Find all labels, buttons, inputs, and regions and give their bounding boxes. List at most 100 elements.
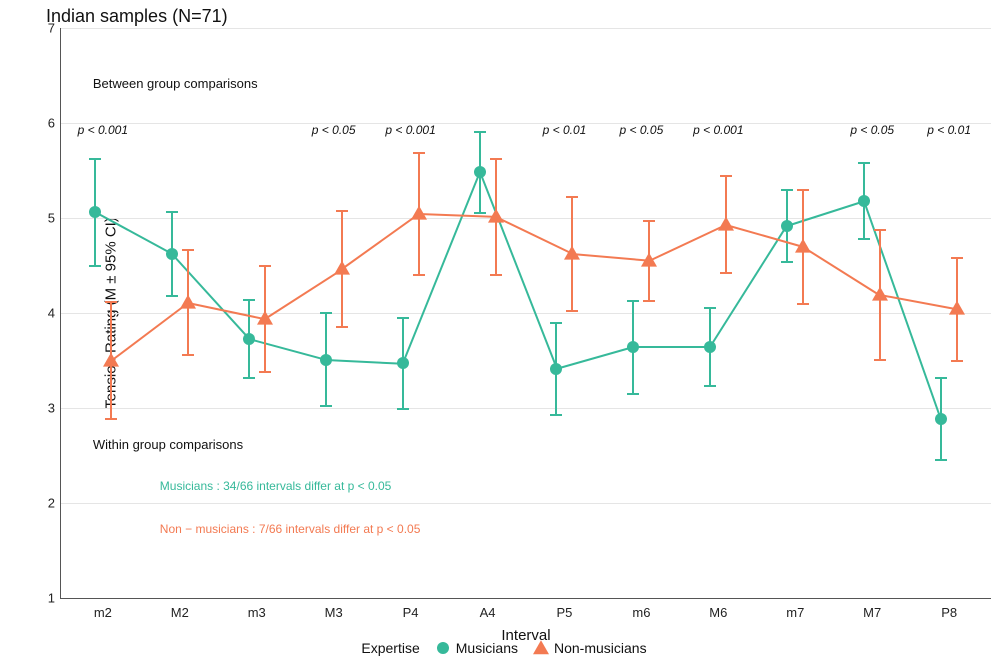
error-bar-cap [951,360,963,362]
series-line-segment [188,302,265,320]
gridline [61,503,991,504]
circle-marker-icon [397,357,409,369]
x-tick-label: P5 [557,605,573,620]
series-line-segment [709,225,788,348]
circle-marker-icon [243,333,255,345]
x-tick-label: M2 [171,605,189,620]
x-tick-label: m6 [632,605,650,620]
gridline [61,313,991,314]
x-tick-label: m2 [94,605,112,620]
error-bar-cap [182,249,194,251]
error-bar-cap [336,326,348,328]
triangle-marker-icon [949,301,965,315]
error-bar-cap [259,371,271,373]
y-tick-label: 6 [31,116,55,131]
circle-marker-icon [89,206,101,218]
error-bar-cap [320,405,332,407]
error-bar-cap [166,211,178,213]
series-line-segment [863,201,942,420]
p-value-label: p < 0.05 [312,123,356,137]
error-bar-cap [951,257,963,259]
circle-marker-icon [550,363,562,375]
error-bar-cap [243,377,255,379]
error-bar-cap [166,295,178,297]
error-bar-cap [550,322,562,324]
plot-area: Tension Rating (M ± 95% CI) Interval 123… [60,28,991,599]
p-value-label: p < 0.001 [78,123,128,137]
y-tick-label: 5 [31,211,55,226]
series-line-segment [341,213,419,270]
series-line-segment [479,172,558,369]
circle-marker-icon [781,220,793,232]
error-bar-cap [627,300,639,302]
triangle-marker-icon [795,238,811,252]
x-tick-label: M6 [709,605,727,620]
error-bar-cap [105,301,117,303]
p-value-label: p < 0.01 [543,123,587,137]
error-bar-cap [490,158,502,160]
error-bar-cap [874,229,886,231]
error-bar-cap [89,265,101,267]
p-value-label: p < 0.001 [693,123,743,137]
triangle-marker-icon [180,294,196,308]
y-tick-label: 7 [31,21,55,36]
x-tick-label: m7 [786,605,804,620]
series-line-segment [556,346,633,370]
error-bar-cap [397,408,409,410]
error-bar-cap [182,354,194,356]
triangle-marker-icon [872,287,888,301]
legend-item-musicians: Musicians [436,640,518,656]
triangle-marker-icon [564,246,580,260]
x-tick-label: P4 [403,605,419,620]
triangle-marker-icon [103,352,119,366]
series-line-segment [495,216,573,255]
error-bar-cap [474,131,486,133]
error-bar-cap [566,196,578,198]
circle-marker-icon [474,166,486,178]
gridline [61,218,991,219]
x-tick-label: P8 [941,605,957,620]
error-bar-cap [797,303,809,305]
legend-item-nonmusicians: Non-musicians [534,640,647,656]
error-bar-cap [935,377,947,379]
error-bar-cap [566,310,578,312]
p-value-label: p < 0.05 [620,123,664,137]
error-bar-cap [704,385,716,387]
between-group-title: Between group comparisons [93,76,258,91]
gridline [61,28,991,29]
triangle-marker-icon [411,206,427,220]
circle-marker-icon [320,354,332,366]
triangle-marker-icon [334,261,350,275]
legend-label-nonmusicians: Non-musicians [554,640,647,656]
triangle-marker-icon [534,641,548,655]
circle-marker-icon [858,195,870,207]
triangle-marker-icon [718,216,734,230]
p-value-label: p < 0.001 [385,123,435,137]
y-tick-label: 1 [31,591,55,606]
error-bar-cap [105,418,117,420]
error-bar-cap [874,359,886,361]
series-line-segment [572,253,649,262]
series-line-segment [633,346,710,348]
y-tick-label: 2 [31,496,55,511]
error-bar-cap [935,459,947,461]
error-bar-cap [858,238,870,240]
error-bar-cap [858,162,870,164]
series-line-segment [880,294,957,310]
error-bar-cap [474,212,486,214]
p-value-label: p < 0.01 [927,123,971,137]
triangle-marker-icon [257,310,273,324]
gridline [61,408,991,409]
error-bar-cap [259,265,271,267]
error-bar-cap [643,220,655,222]
error-bar-cap [720,175,732,177]
error-bar-cap [397,317,409,319]
error-bar-cap [413,274,425,276]
triangle-marker-icon [488,209,504,223]
x-tick-label: M3 [325,605,343,620]
series-line-segment [326,359,403,365]
within-musicians-text: Musicians : 34/66 intervals differ at p … [160,479,392,493]
error-bar-cap [89,158,101,160]
error-bar-cap [643,300,655,302]
triangle-marker-icon [641,252,657,266]
